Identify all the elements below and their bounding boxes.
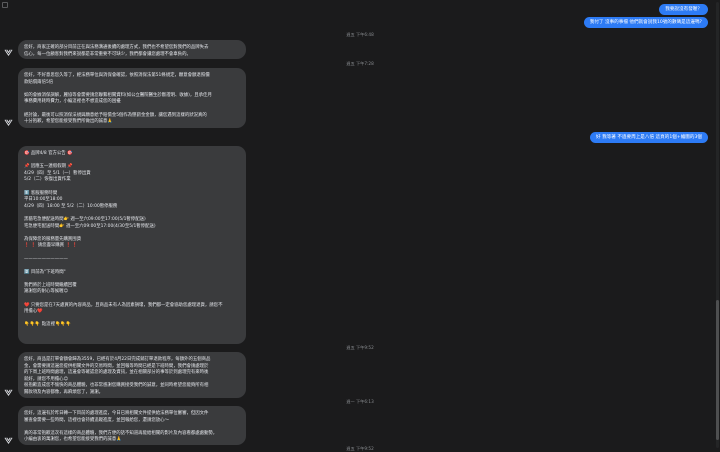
outgoing-message[interactable]: 好 我等著 不過要周上是八倍 這頁的1個+繪圖的3個 (590, 132, 708, 143)
timestamp: 週五 下午9:52 (346, 446, 374, 451)
brand-avatar-icon[interactable] (4, 388, 13, 397)
message-line: 用擔心❤️ (24, 309, 43, 315)
message-line: 您好，這邊有於昨日轉一下目前的處理進度，今日已將相關文件提供給法務單位審審，但因… (24, 411, 209, 416)
message-line (24, 86, 240, 93)
incoming-message[interactable]: 您好，不好意思您久等了，經法務單位與消保會確認，依照消保法第51條規定，願意會額… (18, 68, 246, 128)
brand-avatar-icon[interactable] (4, 118, 13, 127)
message-line: 關款項及內容都像，再麻煩您了，謝謝。 (24, 389, 104, 395)
chat-thread: 我要說沒有發喔？ 我付了 沒事的事擋 他們就會說我10號的數碼是這邊嗎? 週五 … (0, 0, 720, 452)
incoming-message[interactable]: 您好，這邊有於昨日轉一下目前的處理進度，今日已將相關文件提供給法務單位審審，但因… (18, 406, 246, 445)
scrollbar-thumb[interactable] (716, 300, 719, 440)
message-line (24, 250, 240, 257)
message-line (24, 106, 240, 113)
message-line: ❤️ 只要您是在7天處買的內容商品，且商品未有人為因素損壞，我們都一定會協助您處… (24, 302, 223, 308)
brand-avatar-icon[interactable] (4, 48, 13, 57)
outgoing-message[interactable]: 我付了 沒事的事擋 他們就會說我10號的數碼是這邊嗎? (583, 17, 708, 28)
timestamp: 週五 下午7:28 (346, 61, 374, 66)
timestamp: 週五 下午6:48 (346, 32, 374, 37)
timestamp: 週五 下午9:52 (346, 345, 374, 350)
message-line: 您好，商家正確的部分目前正在與法務溝通後續的處理方式，我們也不希望您對我們的品牌… (24, 45, 209, 50)
message-line: —————————— (24, 256, 68, 262)
message-line (24, 210, 240, 217)
message-line (24, 424, 240, 431)
window-corner-icon (2, 2, 8, 8)
message-line (24, 276, 240, 283)
message-line: 平日10:00至18:00 (24, 197, 63, 203)
message-line: 信心，每一位顧客對我們來說都是非常重要不可缺少，我們都會讓您處理不會辜負的。 (24, 51, 191, 57)
message-line: 事務費用耗時費力，小編這裡也不想造成您的困擾 (24, 99, 121, 105)
brand-avatar-icon[interactable] (4, 436, 13, 445)
message-line[interactable]: 👇👇👇 點這裡👇👇👇 (24, 322, 240, 329)
incoming-message[interactable]: 🎯 品牌4/8 官方公告 🎯 📌 因應五一連假假期 📌 4/29（四）至 5/1… (18, 146, 246, 344)
message-line: 審查會需要一些時間，這裡也會持續追蹤進度，並回報給您，還請您放心～ (24, 417, 169, 423)
message-line: 宅急便宅配送時間👉 週一至六09:00至17:00(4/30至5/1暫停配送) (24, 223, 156, 229)
message-line: 📌 因應五一連假假期 📌 (24, 164, 73, 170)
message-line: ❗ ❗ 請您盡早購買 ❗ ❗ (24, 243, 78, 249)
message-line: 很抱歉造成您不愉快的商品體驗，也非常感謝您購買接受我們的誠意，並同時希望您能夠所… (24, 383, 209, 389)
message-line (24, 263, 240, 270)
message-line: 款賠償兩倍5倍 (24, 79, 54, 85)
message-line: 4/29（四）18:00 至 5/2（二）10:00暫停服務 (24, 203, 118, 209)
incoming-message[interactable]: 您好，商家正確的部分目前正在與法務溝通後續的處理方式，我們也不希望您對我們的品牌… (18, 40, 246, 59)
message-line (24, 296, 240, 303)
outgoing-message[interactable]: 我要說沒有發喔？ (659, 4, 708, 15)
message-line: 您好，不好意思您久等了，經法務單位與消保會確認，依照消保法第51條規定，願意會額… (24, 73, 210, 78)
timestamp: 週一 下午6:13 (346, 399, 374, 404)
message-line: 十分抱歉，希望您能接受我們所做出的誠意🙏 (24, 119, 113, 125)
incoming-message[interactable]: 您好，商品是訂單會額會歸為3559，已經有於4月22日完成銷訂單退款程序，每額外… (18, 352, 246, 398)
message-line: 您好，商品是訂單會額會歸為3559，已經有於4月22日完成銷訂單退款程序，每額外… (24, 357, 211, 362)
message-line: 謝謝您的耐心等候喔😊 (24, 289, 69, 295)
message-line (24, 230, 240, 237)
message-line: 2️⃣ 目前為"下班時間" (24, 269, 66, 275)
message-line (24, 184, 240, 191)
message-line: 🎯 品牌4/8 官方公告 🎯 (24, 151, 73, 156)
message-line: 小編由衷的萬謝您，也希望您能接受我們的誠意🙏 (24, 437, 122, 443)
message-line: 的下周上班時間處理，這邊會等確認您的處理及資訊，並在相關部分的事等於到處理完有來… (24, 370, 209, 376)
message-line: 5/2（二）恢復出貨作業 (24, 177, 71, 183)
message-line: 黑貓宅急便配送時間👉 週一至六09:00至17:00(5/1暫停配送) (24, 216, 146, 222)
